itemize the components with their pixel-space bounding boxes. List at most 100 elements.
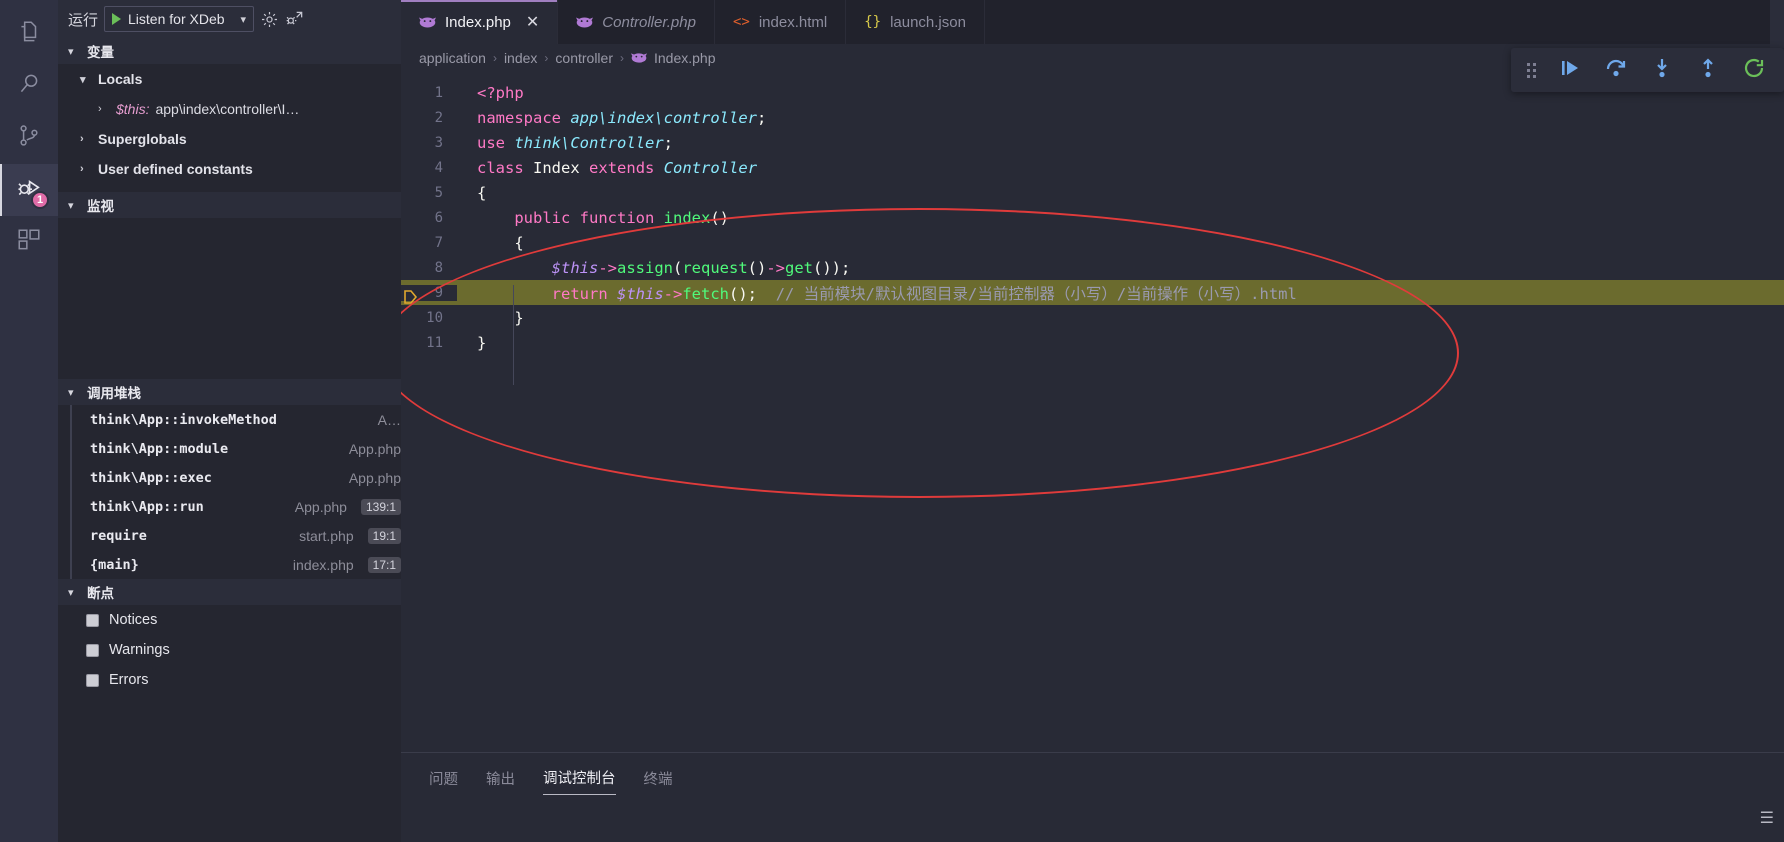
panel-tab-terminal[interactable]: 终端 xyxy=(644,768,673,795)
activity-item-search[interactable] xyxy=(0,60,58,112)
activity-item-source-control[interactable] xyxy=(0,112,58,164)
callstack-row[interactable]: think\App::invokeMethod A… xyxy=(70,405,401,434)
step-into-icon[interactable] xyxy=(1650,56,1674,85)
code-line[interactable]: 6 public function index() xyxy=(401,205,1784,230)
menu-icon[interactable]: ☰ xyxy=(1760,808,1774,828)
editor-tab-index-html[interactable]: <> index.html xyxy=(714,0,847,44)
variables-row-superglobals[interactable]: › Superglobals xyxy=(58,124,401,154)
editor-area: Index.php ✕ Controller.php <> index.html xyxy=(401,0,1784,842)
callstack-row[interactable]: think\App::exec App.php xyxy=(70,463,401,492)
breadcrumb-item-index[interactable]: index xyxy=(504,50,537,66)
code-text: $this->assign(request()->get()); xyxy=(551,258,851,277)
restart-icon[interactable] xyxy=(1742,56,1766,85)
editor-tab-label: Index.php xyxy=(445,13,511,31)
code-text: class Index extends Controller xyxy=(477,158,758,177)
activity-bar: 1 xyxy=(0,0,58,842)
line-number: 2 xyxy=(434,109,443,126)
code-line[interactable]: 4 class Index extends Controller xyxy=(401,155,1784,180)
bottom-panel: 问题 输出 调试控制台 终端 xyxy=(401,752,1784,842)
callstack-body: think\App::invokeMethod A… think\App::mo… xyxy=(58,405,401,579)
variable-name: $this: xyxy=(116,101,150,117)
code-line[interactable]: 5{ xyxy=(401,180,1784,205)
code-line[interactable]: 2 namespace app\index\controller; xyxy=(401,105,1784,130)
editor-tab-launch-json[interactable]: {} launch.json xyxy=(846,0,985,44)
code-line[interactable]: 10 } xyxy=(401,305,1784,330)
panel-tab-problems[interactable]: 问题 xyxy=(429,768,458,795)
debug-floating-toolbar xyxy=(1511,48,1784,92)
continue-icon[interactable] xyxy=(1558,56,1582,85)
breadcrumb-item-application[interactable]: application xyxy=(419,50,486,66)
breadcrumb-item-file[interactable]: Index.php xyxy=(654,50,716,66)
php-icon xyxy=(419,16,436,29)
code-lines: 1 <?php 2 namespace app\index\controller; 3 u… xyxy=(401,72,1784,355)
checkbox-icon[interactable] xyxy=(86,673,99,687)
section-title-callstack: 调用堆栈 xyxy=(87,386,141,401)
activity-item-explorer[interactable] xyxy=(0,8,58,60)
variables-body: ▾ Locals › $this: app\index\controller\I… xyxy=(58,64,401,192)
breakpoint-row-warnings[interactable]: Warnings xyxy=(58,635,401,665)
callstack-row[interactable]: require start.php 19:1 xyxy=(70,521,401,550)
code-line[interactable]: 9 return $this->fetch(); // 当前模块/默认视图目录/… xyxy=(401,280,1784,305)
chevron-right-icon: › xyxy=(80,133,84,145)
callstack-frame-name: {main} xyxy=(90,556,139,573)
breakpoint-row-errors[interactable]: Errors xyxy=(58,665,401,695)
section-header-variables[interactable]: ▾ 变量 xyxy=(58,38,401,64)
variables-label: Locals xyxy=(98,71,143,87)
debug-launch-toolbar: 运行 Listen for XDeb ▾ xyxy=(58,0,401,38)
code-text: { xyxy=(477,183,487,202)
debug-sidebar: 运行 Listen for XDeb ▾ ▾ 变量 ▾ Locals › $th… xyxy=(58,0,401,842)
code-line[interactable]: 8 $this->assign(request()->get()); xyxy=(401,255,1784,280)
section-header-callstack[interactable]: ▾ 调用堆栈 xyxy=(58,379,401,405)
chevron-down-icon: ▾ xyxy=(68,199,74,212)
editor-tab-bar: Index.php ✕ Controller.php <> index.html xyxy=(401,0,1784,44)
callstack-row[interactable]: {main} index.php 17:1 xyxy=(70,550,401,579)
code-text: namespace app\index\controller; xyxy=(477,108,767,127)
start-debugging-icon[interactable] xyxy=(112,13,122,25)
section-header-breakpoints[interactable]: ▾ 断点 xyxy=(58,579,401,605)
callstack-frame-file: start.php xyxy=(299,527,354,544)
step-out-icon[interactable] xyxy=(1696,56,1720,85)
code-line[interactable]: 7 { xyxy=(401,230,1784,255)
gear-icon[interactable] xyxy=(260,10,279,29)
code-line[interactable]: 11} xyxy=(401,330,1784,355)
line-number: 1 xyxy=(434,84,443,101)
json-icon: {} xyxy=(864,14,882,30)
open-debug-console-icon[interactable] xyxy=(285,9,305,29)
activity-item-run-and-debug[interactable]: 1 xyxy=(0,164,58,216)
breakpoint-row-notices[interactable]: Notices xyxy=(58,605,401,635)
activity-item-extensions[interactable] xyxy=(0,216,58,268)
callstack-row[interactable]: think\App::module App.php xyxy=(70,434,401,463)
code-line[interactable]: 3 use think\Controller; xyxy=(401,130,1784,155)
breakpoint-arrow-icon[interactable] xyxy=(403,289,418,305)
code-editor[interactable]: 1 <?php 2 namespace app\index\controller; 3 u… xyxy=(401,72,1784,752)
code-text: public function index() xyxy=(514,208,730,227)
callstack-frame-file: A… xyxy=(377,411,401,428)
code-text: <?php xyxy=(477,83,524,102)
section-header-watch[interactable]: ▾ 监视 xyxy=(58,192,401,218)
watch-body xyxy=(58,218,401,379)
indent-guide xyxy=(513,285,514,385)
editor-tab-index-php[interactable]: Index.php ✕ xyxy=(401,0,559,44)
callstack-frame-name: think\App::exec xyxy=(90,469,212,486)
editor-tab-controller-php[interactable]: Controller.php xyxy=(558,0,715,44)
panel-tab-output[interactable]: 输出 xyxy=(486,768,515,795)
panel-tab-debug-console[interactable]: 调试控制台 xyxy=(543,767,616,795)
grip-icon[interactable] xyxy=(1527,62,1536,78)
callstack-frame-file: index.php xyxy=(292,556,354,573)
variables-row-user-defined-constants[interactable]: › User defined constants xyxy=(58,154,401,184)
callstack-row[interactable]: think\App::run App.php 139:1 xyxy=(70,492,401,521)
variables-row-this[interactable]: › $this: app\index\controller\I… xyxy=(58,94,401,124)
variables-label: Superglobals xyxy=(98,131,187,147)
callstack-frame-name: think\App::invokeMethod xyxy=(90,411,277,428)
launch-configuration-select[interactable]: Listen for XDeb ▾ xyxy=(104,6,255,32)
step-over-icon[interactable] xyxy=(1604,56,1628,85)
breadcrumb-item-controller[interactable]: controller xyxy=(555,50,613,66)
variables-row-locals[interactable]: ▾ Locals xyxy=(58,64,401,94)
vscode-window: 1 运行 Listen for XDeb ▾ ▾ 变量 ▾ Locals › $… xyxy=(0,0,1784,842)
checkbox-icon[interactable] xyxy=(86,613,99,627)
line-number: 11 xyxy=(426,334,443,351)
checkbox-icon[interactable] xyxy=(86,643,99,657)
callstack-frame-name: think\App::run xyxy=(90,498,204,515)
section-title-watch: 监视 xyxy=(87,199,114,214)
close-icon[interactable]: ✕ xyxy=(526,12,539,32)
